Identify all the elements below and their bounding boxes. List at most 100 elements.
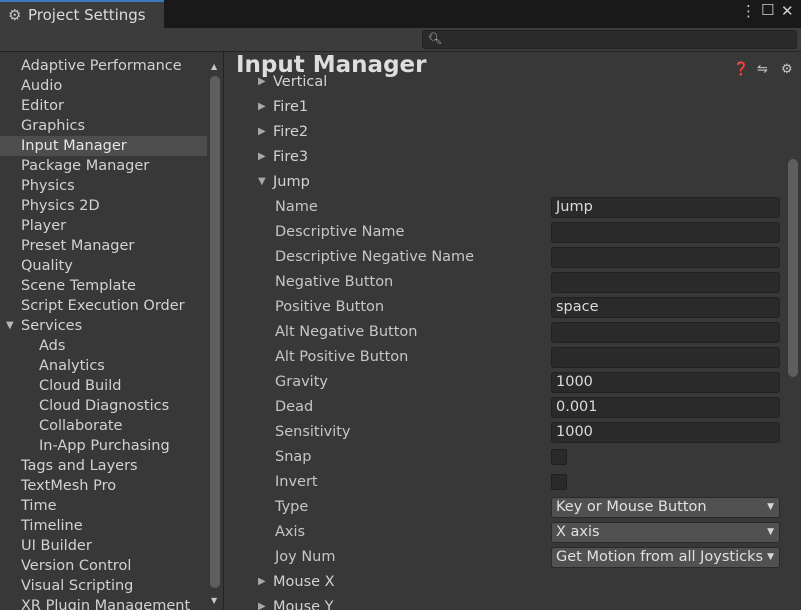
expand-arrow-icon[interactable]: ▼ bbox=[6, 316, 14, 336]
sidebar-item-in-app-purchasing[interactable]: In-App Purchasing bbox=[0, 436, 207, 456]
sidebar-item-label: Analytics bbox=[39, 358, 105, 374]
axis-label: Fire3 bbox=[273, 149, 309, 165]
sidebar-item-label: Preset Manager bbox=[21, 238, 135, 254]
property-label: Invert bbox=[275, 474, 318, 490]
close-icon[interactable]: ✕ bbox=[781, 2, 794, 20]
sidebar-item-xr-plugin-management[interactable]: XR Plugin Management bbox=[0, 596, 207, 610]
positive-button-field[interactable]: space bbox=[551, 297, 780, 318]
type-dropdown[interactable]: Key or Mouse Button ▼ bbox=[551, 497, 780, 518]
sidebar-item-label: Scene Template bbox=[21, 278, 136, 294]
descriptive-name-field[interactable] bbox=[551, 222, 780, 243]
sidebar-item-script-execution-order[interactable]: Script Execution Order bbox=[0, 296, 207, 316]
sidebar-item-label: Cloud Diagnostics bbox=[39, 398, 170, 414]
sidebar-item-label: TextMesh Pro bbox=[21, 478, 117, 494]
window-title-bar: ⚙ Project Settings ⋮ ☐ ✕ bbox=[0, 0, 801, 29]
foldout-collapsed-arrow-icon[interactable]: ▶ bbox=[258, 121, 266, 143]
sidebar-item-quality[interactable]: Quality bbox=[0, 256, 207, 276]
toolbar: 🔍︎ bbox=[0, 28, 801, 52]
sidebar-item-audio[interactable]: Audio bbox=[0, 76, 207, 96]
maximize-icon[interactable]: ☐ bbox=[761, 1, 774, 19]
scroll-down-arrow-icon[interactable]: ▼ bbox=[211, 596, 217, 605]
foldout-collapsed-arrow-icon[interactable]: ▶ bbox=[258, 571, 266, 593]
sidebar-item-label: Quality bbox=[21, 258, 73, 274]
sidebar-item-input-manager[interactable]: Input Manager bbox=[0, 136, 207, 156]
sidebar-item-label: UI Builder bbox=[21, 538, 92, 554]
sidebar-item-services[interactable]: ▼ Services bbox=[0, 316, 207, 336]
invert-checkbox[interactable] bbox=[551, 474, 567, 490]
axis-label: Fire1 bbox=[273, 99, 309, 115]
sidebar-item-visual-scripting[interactable]: Visual Scripting bbox=[0, 576, 207, 596]
sidebar-item-version-control[interactable]: Version Control bbox=[0, 556, 207, 576]
sidebar-item-editor[interactable]: Editor bbox=[0, 96, 207, 116]
sidebar-item-cloud-diagnostics[interactable]: Cloud Diagnostics bbox=[0, 396, 207, 416]
alt-positive-button-field[interactable] bbox=[551, 347, 780, 368]
sensitivity-field[interactable]: 1000 bbox=[551, 422, 780, 443]
sidebar-item-label: Visual Scripting bbox=[21, 578, 134, 594]
sidebar-item-label: Package Manager bbox=[21, 158, 150, 174]
search-icon: 🔍︎ bbox=[428, 32, 442, 45]
sidebar-item-label: Time bbox=[21, 498, 57, 514]
sidebar-item-time[interactable]: Time bbox=[0, 496, 207, 516]
sidebar-item-label: In-App Purchasing bbox=[39, 438, 170, 454]
sidebar-item-label: Audio bbox=[21, 78, 63, 94]
axis-dropdown[interactable]: X axis ▼ bbox=[551, 522, 780, 543]
dropdown-value: Key or Mouse Button bbox=[556, 499, 707, 515]
sidebar-item-adaptive-performance[interactable]: Adaptive Performance bbox=[0, 56, 207, 76]
negative-button-field[interactable] bbox=[551, 272, 780, 293]
sidebar-item-collaborate[interactable]: Collaborate bbox=[0, 416, 207, 436]
scroll-up-arrow-icon[interactable]: ▲ bbox=[211, 62, 217, 71]
sidebar-scroll-thumb[interactable] bbox=[210, 76, 220, 588]
axis-label: Mouse Y bbox=[273, 599, 334, 610]
axis-label: Fire2 bbox=[273, 124, 309, 140]
sidebar-item-cloud-build[interactable]: Cloud Build bbox=[0, 376, 207, 396]
sidebar-item-textmesh-pro[interactable]: TextMesh Pro bbox=[0, 476, 207, 496]
name-field[interactable]: Jump bbox=[551, 197, 780, 218]
main-scroll-thumb[interactable] bbox=[788, 159, 798, 377]
sidebar-item-ui-builder[interactable]: UI Builder bbox=[0, 536, 207, 556]
sidebar-item-physics-2d[interactable]: Physics 2D bbox=[0, 196, 207, 216]
dead-field[interactable]: 0.001 bbox=[551, 397, 780, 418]
settings-gear-icon[interactable]: ⚙ bbox=[781, 62, 793, 77]
sidebar-item-preset-manager[interactable]: Preset Manager bbox=[0, 236, 207, 256]
property-label: Snap bbox=[275, 449, 312, 465]
settings-main-panel: ▶ Vertical ▶ Fire1 ▶ Fire2 ▶ Fire3 ▼ Jump Name Jump… bbox=[225, 52, 801, 610]
window-tab[interactable]: ⚙ Project Settings bbox=[0, 0, 164, 29]
kebab-menu-icon[interactable]: ⋮ bbox=[741, 2, 756, 20]
alt-negative-button-field[interactable] bbox=[551, 322, 780, 343]
property-label: Alt Negative Button bbox=[275, 324, 418, 340]
descriptive-negative-name-field[interactable] bbox=[551, 247, 780, 268]
gravity-field[interactable]: 1000 bbox=[551, 372, 780, 393]
sidebar-item-label: Services bbox=[21, 318, 83, 334]
sidebar-item-ads[interactable]: Ads bbox=[0, 336, 207, 356]
sidebar-item-package-manager[interactable]: Package Manager bbox=[0, 156, 207, 176]
search-input[interactable]: 🔍︎ bbox=[422, 30, 797, 49]
page-title: Input Manager bbox=[236, 52, 427, 78]
sidebar-item-tags-and-layers[interactable]: Tags and Layers bbox=[0, 456, 207, 476]
sidebar-item-scene-template[interactable]: Scene Template bbox=[0, 276, 207, 296]
sidebar-item-label: Collaborate bbox=[39, 418, 123, 434]
property-label: Negative Button bbox=[275, 274, 394, 290]
foldout-collapsed-arrow-icon[interactable]: ▶ bbox=[258, 596, 266, 610]
sidebar-item-label: Ads bbox=[39, 338, 66, 354]
sidebar-item-player[interactable]: Player bbox=[0, 216, 207, 236]
help-icon[interactable]: ❓ bbox=[733, 62, 749, 77]
foldout-collapsed-arrow-icon[interactable]: ▶ bbox=[258, 96, 266, 118]
sidebar-item-physics[interactable]: Physics bbox=[0, 176, 207, 196]
dropdown-value: X axis bbox=[556, 524, 600, 540]
sidebar-item-label: Editor bbox=[21, 98, 64, 114]
foldout-collapsed-arrow-icon[interactable]: ▶ bbox=[258, 146, 266, 168]
axis-label: Jump bbox=[273, 174, 310, 190]
property-label: Sensitivity bbox=[275, 424, 351, 440]
property-label: Descriptive Name bbox=[275, 224, 405, 240]
sidebar-item-timeline[interactable]: Timeline bbox=[0, 516, 207, 536]
sidebar-item-label: Physics bbox=[21, 178, 75, 194]
property-label: Name bbox=[275, 199, 318, 215]
foldout-expanded-arrow-icon[interactable]: ▼ bbox=[258, 171, 266, 193]
sidebar-item-label: Cloud Build bbox=[39, 378, 122, 394]
joy-num-dropdown[interactable]: Get Motion from all Joysticks ▼ bbox=[551, 547, 780, 568]
property-label: Joy Num bbox=[275, 549, 336, 565]
preset-sliders-icon[interactable]: ⇋ bbox=[757, 62, 768, 77]
sidebar-item-analytics[interactable]: Analytics bbox=[0, 356, 207, 376]
snap-checkbox[interactable] bbox=[551, 449, 567, 465]
sidebar-item-graphics[interactable]: Graphics bbox=[0, 116, 207, 136]
